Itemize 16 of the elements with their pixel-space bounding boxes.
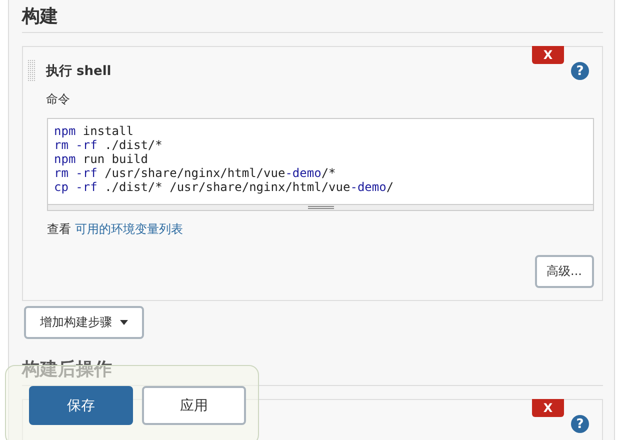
delete-button[interactable]: X <box>532 399 564 417</box>
help-icon[interactable]: ? <box>571 62 589 80</box>
resize-handle-icon[interactable] <box>308 206 334 210</box>
delete-button[interactable]: X <box>532 46 564 64</box>
field-label: 命令 <box>46 91 71 108</box>
section-heading: 构建 <box>22 0 603 33</box>
caret-icon <box>120 320 128 325</box>
save-button[interactable]: 保存 <box>29 386 133 425</box>
step-title: 执行 shell <box>46 63 112 80</box>
add-step-button[interactable]: 增加构建步骤 <box>24 306 144 339</box>
help-icon[interactable]: ? <box>571 415 589 433</box>
command-textarea[interactable]: npm install rm -rf ./dist/* npm run build rm -rf /usr/share/nginx/html/vue-demo/* cp -rf ./dist/* /usr/share/nginx/html/vue-demo/ <box>47 118 594 211</box>
env-vars-link[interactable]: 可用的环境变量列表 <box>74 222 183 236</box>
hint-text: 查看 <box>47 222 71 236</box>
apply-button[interactable]: 应用 <box>142 386 246 425</box>
advanced-button[interactable]: 高级... <box>534 255 594 288</box>
